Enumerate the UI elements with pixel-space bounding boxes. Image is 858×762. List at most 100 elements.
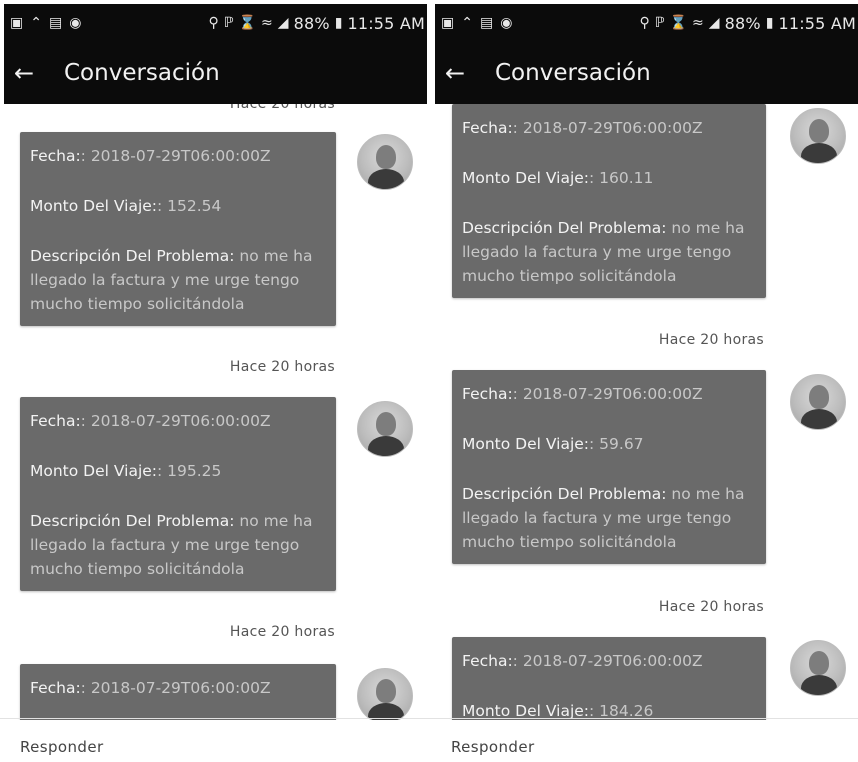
descripcion-label: Descripción Del Problema: [30,247,235,266]
monto-value: : 195.25 [157,462,222,481]
app-bar: ▣ ⌃ ▤ ◉ ⚲ ℙ ⌛ ≈ ◢ 88% ▮ 11:55 AM ← Conve… [435,4,858,104]
uber-alt-icon: ◉ [69,15,82,31]
fecha-label: Fecha: [30,147,81,165]
avatar-body [801,143,837,163]
descripcion-line: Descripción Del Problema: no me ha llega… [30,244,326,316]
message-bubble: Fecha:: 2018-07-29T06:00:00Z [20,664,336,720]
message-feed[interactable]: Hace 20 horas Fecha:: 2018-07-29T06:00:0… [0,0,429,720]
fecha-line: Fecha:: 2018-07-29T06:00:00Z [30,676,326,700]
message-bubble: Fecha:: 2018-07-29T06:00:00Z Monto Del V… [20,132,336,327]
message-bubble: Fecha:: 2018-07-29T06:00:00Z Monto Del V… [20,397,336,592]
signal-icon: ◢ [708,15,720,31]
fecha-line: Fecha:: 2018-07-29T06:00:00Z [462,116,756,140]
user-avatar[interactable] [790,640,846,696]
reply-placeholder[interactable]: Responder [451,738,535,756]
facebook-icon: ▣ [441,15,455,31]
back-arrow-icon[interactable]: ← [445,61,485,85]
avatar-head [376,145,396,169]
avatar-head [809,385,829,409]
avatar-body [368,169,404,189]
monto-value: : 160.11 [589,169,654,188]
fecha-value: : 2018-07-29T06:00:00Z [512,119,703,137]
monto-line: Monto Del Viaje:: 59.67 [462,432,756,456]
mute-icon: ⌛ [238,15,257,31]
avatar-head [809,119,829,143]
location-icon: ⚲ [208,15,219,31]
message-timestamp: Hace 20 horas [658,599,764,615]
descripcion-label: Descripción Del Problema: [462,485,667,504]
descripcion-line: Descripción Del Problema: no me ha llega… [30,509,326,581]
status-notifications: ▣ ⌃ ▤ ◉ [441,16,512,30]
descripcion-line: Descripción Del Problema: no me ha llega… [462,482,756,554]
message-timestamp: Hace 20 horas [229,624,335,640]
gallery-icon: ▤ [479,15,494,31]
battery-percent: 88% [724,13,761,33]
user-avatar[interactable] [357,134,413,190]
message-bubble: Fecha:: 2018-07-29T06:00:00Z Monto Del V… [452,104,766,299]
status-bar: ▣ ⌃ ▤ ◉ ⚲ ℙ ⌛ ≈ ◢ 88% ▮ 11:55 AM [435,4,858,42]
message-timestamp: Hace 20 horas [229,359,335,375]
avatar-head [809,651,829,675]
page-title: Conversación [64,60,220,86]
message-bubble: Fecha:: 2018-07-29T06:00:00Z Monto Del V… [452,370,766,565]
monto-label: Monto Del Viaje: [30,462,158,481]
fecha-value: : 2018-07-29T06:00:00Z [80,679,271,697]
toolbar: ← Conversación [4,42,427,104]
phone-screen-right: Fecha:: 2018-07-29T06:00:00Z Monto Del V… [429,0,858,762]
fecha-line: Fecha:: 2018-07-29T06:00:00Z [30,409,326,433]
uber-alt-icon: ◉ [500,15,513,31]
message-timestamp: Hace 20 horas [658,332,764,348]
facebook-icon: ▣ [10,15,24,31]
monto-label: Monto Del Viaje: [30,197,158,216]
avatar-body [801,675,837,695]
user-avatar[interactable] [357,668,413,720]
status-system: ⚲ ℙ ⌛ ≈ ◢ 88% ▮ 11:55 AM [209,14,425,33]
gallery-icon: ▤ [48,15,63,31]
bluetooth-icon: ℙ [654,15,665,31]
app-bar: ▣ ⌃ ▤ ◉ ⚲ ℙ ⌛ ≈ ◢ 88% ▮ 11:55 AM ← Conve… [4,4,427,104]
clock: 11:55 AM [347,13,425,33]
battery-percent: 88% [293,13,330,33]
fecha-value: : 2018-07-29T06:00:00Z [512,652,703,670]
reply-placeholder[interactable]: Responder [20,738,104,756]
descripcion-label: Descripción Del Problema: [30,512,235,531]
uber-icon: ⌃ [461,15,473,31]
location-icon: ⚲ [639,15,650,31]
user-avatar[interactable] [357,401,413,457]
avatar-body [801,409,837,429]
divider [0,718,429,719]
page-title: Conversación [495,60,651,86]
avatar-body [368,436,404,456]
clock: 11:55 AM [778,13,856,33]
fecha-label: Fecha: [462,119,513,137]
fecha-line: Fecha:: 2018-07-29T06:00:00Z [30,144,326,168]
monto-line: Monto Del Viaje:: 152.54 [30,194,326,218]
message-feed[interactable]: Fecha:: 2018-07-29T06:00:00Z Monto Del V… [429,0,858,720]
fecha-line: Fecha:: 2018-07-29T06:00:00Z [462,649,756,673]
status-bar: ▣ ⌃ ▤ ◉ ⚲ ℙ ⌛ ≈ ◢ 88% ▮ 11:55 AM [4,4,427,42]
mute-icon: ⌛ [669,15,688,31]
fecha-value: : 2018-07-29T06:00:00Z [80,412,271,430]
descripcion-label: Descripción Del Problema: [462,219,667,238]
user-avatar[interactable] [790,374,846,430]
monto-line: Monto Del Viaje:: 184.26 [462,699,756,720]
monto-label: Monto Del Viaje: [462,435,590,454]
back-arrow-icon[interactable]: ← [14,61,54,85]
monto-label: Monto Del Viaje: [462,169,590,188]
monto-line: Monto Del Viaje:: 160.11 [462,166,756,190]
signal-icon: ◢ [277,15,289,31]
monto-line: Monto Del Viaje:: 195.25 [30,459,326,483]
user-avatar[interactable] [790,108,846,164]
descripcion-line: Descripción Del Problema: no me ha llega… [462,216,756,288]
wifi-icon: ≈ [692,15,704,31]
fecha-line: Fecha:: 2018-07-29T06:00:00Z [462,382,756,406]
fecha-label: Fecha: [30,679,81,697]
avatar-head [376,412,396,436]
battery-icon: ▮ [334,15,343,31]
divider [429,718,858,719]
phone-screen-left: Hace 20 horas Fecha:: 2018-07-29T06:00:0… [0,0,429,762]
monto-value: : 152.54 [157,197,222,216]
avatar-head [376,679,396,703]
uber-icon: ⌃ [30,15,42,31]
fecha-label: Fecha: [462,652,513,670]
